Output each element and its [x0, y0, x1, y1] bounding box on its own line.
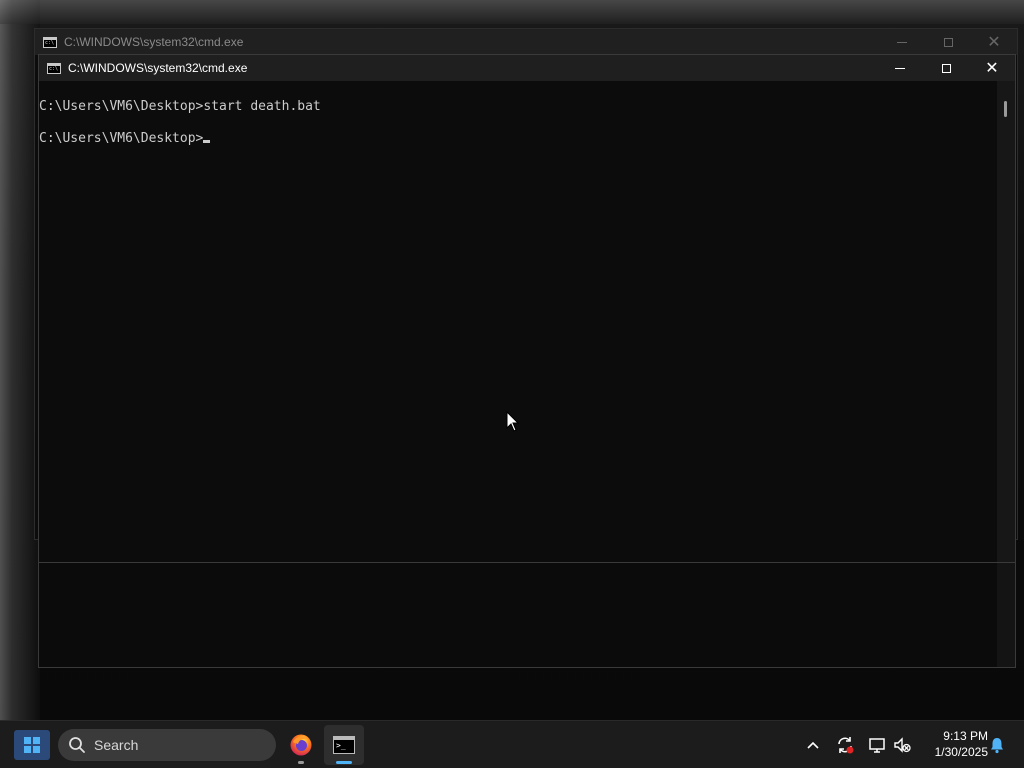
- maximize-button[interactable]: [925, 29, 971, 55]
- search-icon: [69, 737, 85, 753]
- tray-volume-button[interactable]: [890, 733, 914, 757]
- chevron-up-icon: [807, 741, 819, 749]
- window-title: C:\WINDOWS\system32\cmd.exe: [68, 61, 248, 75]
- search-label: Search: [94, 737, 139, 753]
- close-icon: ✕: [985, 58, 999, 77]
- sync-icon: [838, 737, 854, 754]
- window-titlebar[interactable]: C:\WINDOWS\system32\cmd.exe ✕: [39, 55, 1015, 81]
- cmd-window-foreground[interactable]: C:\WINDOWS\system32\cmd.exe ✕ C:\Users\V…: [38, 54, 1016, 668]
- window-titlebar[interactable]: C:\WINDOWS\system32\cmd.exe ✕: [35, 29, 1017, 55]
- mouse-pointer-icon: [506, 411, 520, 432]
- minimize-button[interactable]: [877, 55, 923, 81]
- desktop: C:\WINDOWS\system32\cmd.exe ✕ C:\WINDOWS…: [0, 0, 1024, 720]
- console-line: C:\Users\VM6\Desktop>start death.bat: [39, 99, 321, 114]
- desktop-wallpaper-top: [0, 0, 1024, 24]
- active-indicator: [336, 761, 352, 764]
- minimize-icon: [895, 67, 905, 69]
- running-indicator: [298, 761, 304, 764]
- windows-logo-icon: [24, 737, 40, 753]
- show-hidden-icons-button[interactable]: [801, 733, 825, 757]
- taskbar-app-firefox[interactable]: [281, 725, 321, 765]
- cmd-icon: [43, 36, 57, 48]
- taskbar-clock[interactable]: 9:13 PM 1/30/2025: [918, 728, 988, 760]
- console-prompt-line[interactable]: C:\Users\VM6\Desktop>: [39, 131, 997, 147]
- taskbar-search-box[interactable]: Search: [58, 729, 276, 761]
- firefox-icon: [290, 734, 312, 756]
- clock-time: 9:13 PM: [943, 729, 988, 743]
- taskbar-app-command-prompt[interactable]: [324, 725, 364, 765]
- maximize-button[interactable]: [923, 55, 969, 81]
- minimize-icon: [897, 41, 907, 43]
- console-prompt: C:\Users\VM6\Desktop>: [39, 131, 204, 146]
- close-button[interactable]: ✕: [971, 29, 1017, 55]
- close-button[interactable]: ✕: [969, 55, 1015, 81]
- cmd-icon: [47, 62, 61, 74]
- notification-center-button[interactable]: [985, 733, 1009, 757]
- text-cursor: [203, 140, 211, 143]
- tray-sync-button[interactable]: [833, 733, 857, 757]
- vertical-scrollbar[interactable]: [997, 81, 1015, 563]
- clock-date: 1/30/2025: [934, 745, 988, 759]
- console-lower-pane: [39, 562, 1015, 667]
- tray-network-button[interactable]: [865, 733, 889, 757]
- close-icon: ✕: [987, 32, 1001, 51]
- scrollbar-thumb[interactable]: [1004, 101, 1007, 117]
- lower-pane-scrollbar: [997, 563, 1015, 667]
- cmd-icon: [333, 736, 355, 754]
- console-output[interactable]: C:\Users\VM6\Desktop>start death.bat C:\…: [39, 81, 997, 563]
- start-button[interactable]: [14, 730, 50, 760]
- minimize-button[interactable]: [879, 29, 925, 55]
- maximize-icon: [943, 37, 953, 47]
- caption-buttons: ✕: [877, 55, 1015, 81]
- taskbar: Search >_ 9:13 PM 1/30/2025: [0, 720, 1024, 768]
- volume-muted-icon: [894, 737, 911, 753]
- window-title: C:\WINDOWS\system32\cmd.exe: [64, 35, 244, 49]
- caption-buttons: ✕: [879, 29, 1017, 55]
- network-icon: [869, 738, 885, 753]
- notification-bell-icon: [991, 738, 1003, 754]
- maximize-icon: [941, 63, 951, 73]
